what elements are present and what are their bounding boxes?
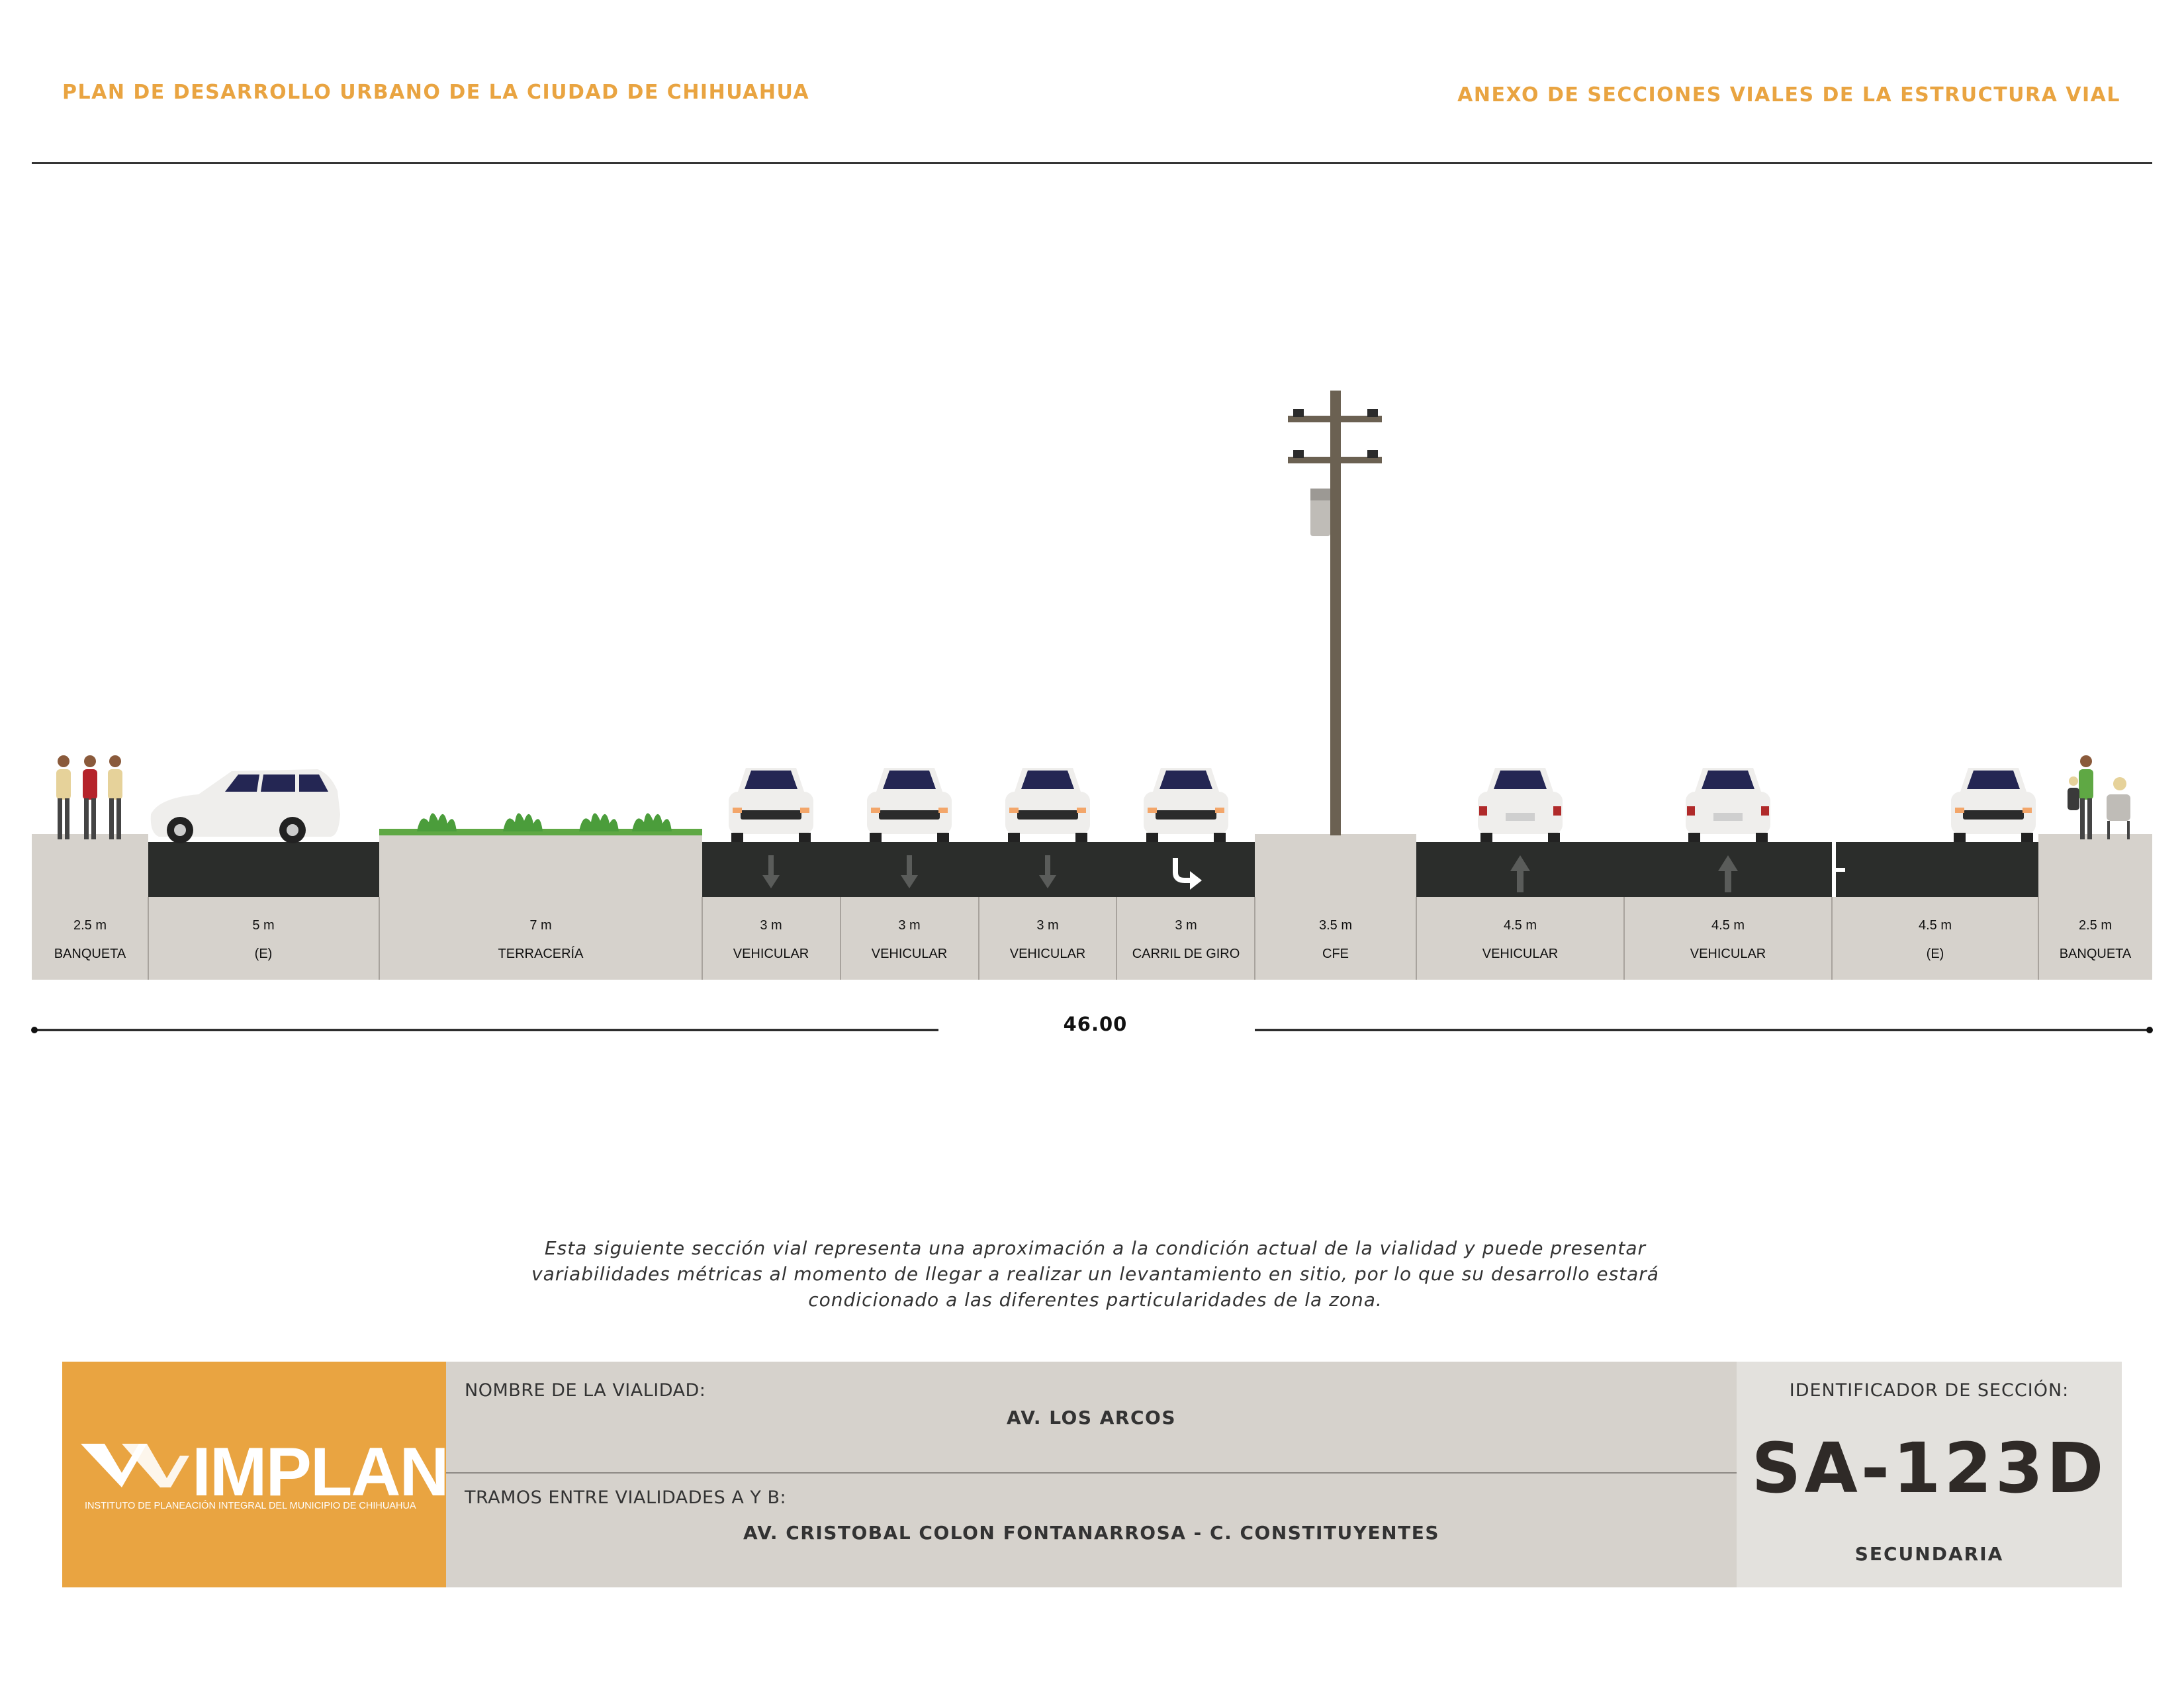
segment-type-label: VEHICULAR [733, 947, 809, 961]
lane-dash [1832, 868, 1845, 872]
disclaimer-line: Esta siguiente sección vial representa u… [544, 1237, 1647, 1259]
section-id-code: SA-123D [1751, 1428, 2107, 1509]
pavement-parking-right [1836, 842, 2038, 897]
segment-width-label: 3.5 m [1319, 918, 1352, 933]
parked-suv-icon [150, 769, 340, 843]
implan-logo: IMPLAN INSTITUTO DE PLANEACIÓN INTEGRAL … [62, 1362, 449, 1587]
section-id-label: IDENTIFICADOR DE SECCIÓN: [1789, 1380, 2070, 1401]
car-front-icon [729, 768, 813, 842]
segment-width-label: 3 m [1036, 918, 1058, 933]
utility-pole-icon [1288, 391, 1382, 835]
segment-type-label: VEHICULAR [1482, 947, 1558, 961]
car-rear-icon [1478, 768, 1563, 842]
segment-width-label: 3 m [898, 918, 920, 933]
pedestrians-right-icon [2068, 755, 2130, 839]
implan-logo-mark-icon [81, 1444, 189, 1487]
road-name-label: NOMBRE DE LA VIALIDAD: [465, 1380, 706, 1401]
lane-separator [1832, 842, 1836, 867]
disclaimer-line: condicionado a las diferentes particular… [808, 1289, 1383, 1311]
segment-type-label: VEHICULAR [1690, 947, 1766, 961]
road-info: NOMBRE DE LA VIALIDAD: AV. LOS ARCOS TRA… [446, 1362, 1737, 1587]
car-front-icon [1951, 768, 2036, 842]
segment-width-label: 4.5 m [1919, 918, 1952, 933]
disclaimer-text: Esta siguiente sección vial representa u… [477, 1235, 1714, 1313]
segment-type-label: TERRACERÍA [498, 946, 584, 961]
segment-type-label: (E) [255, 947, 273, 961]
segment-width-label: 3 m [1175, 918, 1197, 933]
info-panel: IMPLAN INSTITUTO DE PLANEACIÓN INTEGRAL … [62, 1362, 2122, 1587]
car-rear-icon [1686, 768, 1770, 842]
segment-type-label: BANQUETA [54, 947, 126, 961]
car-front-icon [867, 768, 952, 842]
car-front-icon [1005, 768, 1090, 842]
road-classification: SECUNDARIA [1854, 1543, 2004, 1565]
road-cross-section: 2.5 m BANQUETA 5 m (E) 7 m TERRACERÍA 3 m VEHIC… [31, 391, 2153, 1033]
segment-value: AV. CRISTOBAL COLON FONTANARROSA - C. CO… [743, 1522, 1439, 1544]
vegetation-icon [379, 813, 702, 835]
total-width-label: 46.00 [1063, 1013, 1128, 1035]
disclaimer-line: variabilidades métricas al momento de ll… [531, 1263, 1659, 1285]
pedestrians-left-icon [56, 755, 122, 839]
segment-width-label: 3 m [760, 918, 782, 933]
section-id-box: IDENTIFICADOR DE SECCIÓN: SA-123D SECUND… [1737, 1362, 2122, 1587]
segment-width-label: 2.5 m [73, 918, 107, 933]
road-name-value: AV. LOS ARCOS [1006, 1407, 1177, 1429]
logo-subtitle: INSTITUTO DE PLANEACIÓN INTEGRAL DEL MUN… [85, 1501, 416, 1511]
pavement-parking-left [148, 842, 379, 897]
segment-width-label: 4.5 m [1711, 918, 1745, 933]
segment-type-label: CARRIL DE GIRO [1132, 947, 1240, 961]
pavement-eastbound [1416, 842, 1832, 897]
info-divider [446, 1472, 1737, 1474]
segment-width-label: 2.5 m [2079, 918, 2112, 933]
segment-type-label: VEHICULAR [872, 947, 947, 961]
segment-type-label: BANQUETA [2060, 947, 2132, 961]
segment-type-label: VEHICULAR [1010, 947, 1085, 961]
pavement-westbound [702, 842, 1255, 897]
car-front-icon [1144, 768, 1228, 842]
segment-width-label: 5 m [252, 918, 274, 933]
segment-type-label: (E) [1927, 947, 1944, 961]
segment-width-label: 4.5 m [1504, 918, 1537, 933]
segment-label: TRAMOS ENTRE VIALIDADES A Y B: [465, 1487, 787, 1508]
segment-width-label: 7 m [529, 918, 551, 933]
segment-type-label: CFE [1322, 947, 1349, 961]
